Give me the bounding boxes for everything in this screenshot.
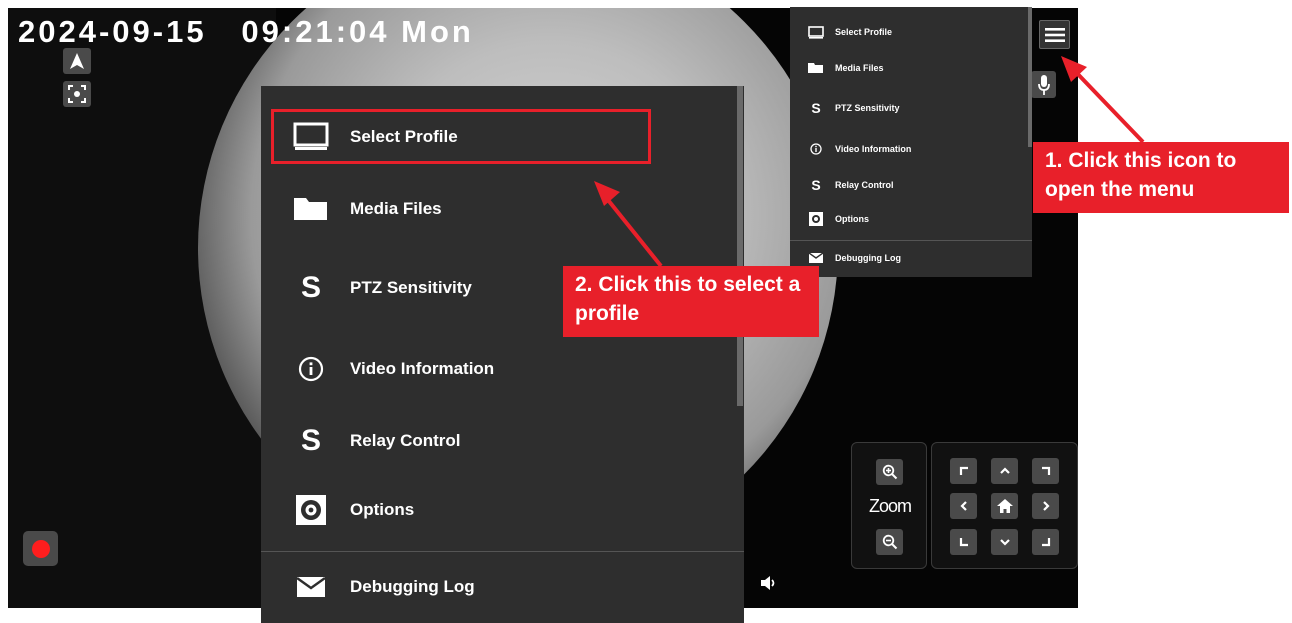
s-letter-icon: S [811,177,821,193]
s-letter-icon: S [300,424,321,457]
zoom-out-button[interactable] [876,529,903,555]
timestamp-overlay: 2024-09-15 09:21:04 Mon [18,14,474,49]
hamburger-menu-icon [1044,27,1065,42]
monitor-icon [806,25,826,39]
ptz-up-button[interactable] [991,458,1018,484]
ptz-up-left-button[interactable] [950,458,977,484]
ptz-right-button[interactable] [1032,493,1059,519]
small-menu-item-label: Select Profile [835,27,893,37]
s-letter-icon: S [300,271,321,304]
small-menu-item-label: Debugging Log [835,253,901,263]
zoom-control-panel: Zoom [851,442,927,569]
microphone-button[interactable] [1031,71,1056,98]
menu-divider [261,551,744,552]
zoom-label: Zoom [868,496,912,516]
side-menu-small: Select Profile Media Files S PTZ Sensiti… [790,7,1032,277]
chevron-right-icon [1042,501,1050,511]
small-menu-item-label: Media Files [835,63,884,73]
chevron-left-icon [959,501,967,511]
small-menu-scrollbar[interactable] [1028,7,1032,147]
menu-item-media-files[interactable]: Media Files [261,184,737,234]
callout-step-1: 1. Click this icon to open the menu [1033,142,1289,213]
record-button[interactable] [23,531,58,566]
ptz-down-left-button[interactable] [950,529,977,555]
corner-down-right-icon [1041,538,1050,547]
menu-item-label: Video Information [350,359,495,378]
chevron-down-icon [999,539,1010,546]
zoom-out-icon [882,534,897,550]
ptz-home-button[interactable] [991,493,1018,519]
ptz-left-button[interactable] [950,493,977,519]
menu-item-label: Debugging Log [350,577,475,596]
menu-item-label: Media Files [350,199,442,218]
small-menu-item-select-profile[interactable]: Select Profile [790,18,1032,46]
record-icon [31,539,50,558]
small-menu-item-media-files[interactable]: Media Files [790,54,1032,82]
ptz-down-right-button[interactable] [1032,529,1059,555]
s-letter-icon: S [811,100,821,116]
focus-button[interactable] [63,81,91,107]
menu-item-label: Options [350,500,415,519]
small-menu-item-ptz-sensitivity[interactable]: S PTZ Sensitivity [790,94,1032,122]
small-menu-item-debugging-log[interactable]: Debugging Log [790,244,1032,272]
envelope-icon [289,577,333,597]
focus-target-icon [68,85,86,103]
small-menu-item-label: Video Information [835,144,912,154]
zoom-in-button[interactable] [876,459,903,485]
menu-item-debugging-log[interactable]: Debugging Log [261,562,737,612]
menu-toggle-button[interactable] [1039,20,1070,49]
folder-icon [806,62,826,74]
small-menu-item-options[interactable]: Options [790,205,1032,233]
menu-item-options[interactable]: Options [261,485,737,535]
enlarged-menu-scrollbar[interactable] [737,86,743,406]
corner-up-left-icon [959,466,968,475]
navigation-arrow-icon [70,53,84,69]
menu-divider [790,240,1032,241]
small-menu-item-label: Relay Control [835,180,894,190]
folder-icon [289,196,333,222]
ptz-control-panel [931,442,1078,569]
ptz-up-right-button[interactable] [1032,458,1059,484]
small-menu-item-video-information[interactable]: Video Information [790,135,1032,163]
gear-icon [289,493,333,527]
microphone-icon [1037,74,1050,95]
menu-item-label: Relay Control [350,431,461,450]
info-icon [806,143,826,155]
ptz-down-button[interactable] [991,529,1018,555]
navigation-button[interactable] [63,48,91,74]
small-menu-item-label: PTZ Sensitivity [835,103,900,113]
small-menu-item-label: Options [835,214,869,224]
menu-item-label: PTZ Sensitivity [350,278,472,297]
speaker-button[interactable] [760,574,778,597]
info-icon [289,356,333,382]
callout-step-2: 2. Click this to select a profile [563,266,819,337]
gear-icon [806,211,826,227]
corner-down-left-icon [959,538,968,547]
zoom-in-icon [882,464,897,480]
menu-item-relay-control[interactable]: S Relay Control [261,416,737,466]
menu-item-video-information[interactable]: Video Information [261,344,737,394]
select-profile-highlight [271,109,651,164]
side-menu-enlarged: Select Profile Media Files S PTZ Sensiti… [261,86,744,623]
envelope-icon [806,253,826,263]
chevron-up-icon [999,467,1010,474]
speaker-icon [761,576,775,590]
corner-up-right-icon [1041,466,1050,475]
small-menu-item-relay-control[interactable]: S Relay Control [790,171,1032,199]
home-icon [996,499,1013,513]
